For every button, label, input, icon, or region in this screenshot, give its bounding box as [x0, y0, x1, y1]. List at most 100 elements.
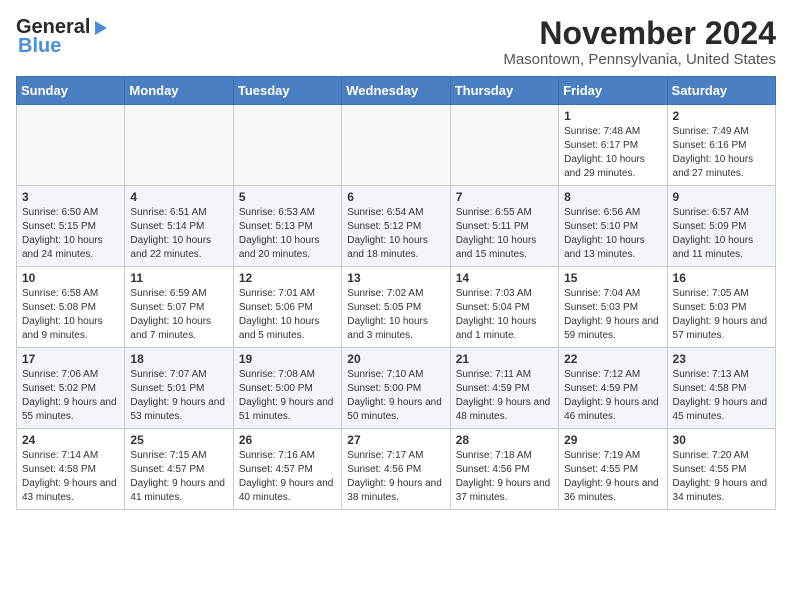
logo: General Blue [16, 16, 111, 58]
calendar-cell: 2Sunrise: 7:49 AMSunset: 6:16 PMDaylight… [667, 105, 775, 186]
day-number: 4 [130, 190, 227, 204]
calendar-week-row: 17Sunrise: 7:06 AMSunset: 5:02 PMDayligh… [17, 348, 776, 429]
logo-blue-text: Blue [18, 35, 61, 58]
day-number: 30 [673, 433, 770, 447]
calendar-cell: 13 Sunrise: 7:02 AMSunset: 5:05 PMDayligh… [342, 267, 450, 348]
day-info: Sunrise: 6:58 AMSunset: 5:08 PMDaylight:… [22, 287, 119, 343]
calendar-cell: 28Sunrise: 7:18 AMSunset: 4:56 PMDayligh… [450, 429, 558, 510]
day-info: Sunrise: 6:50 AMSunset: 5:15 PMDaylight:… [22, 206, 119, 262]
calendar-header-saturday: Saturday [667, 77, 775, 105]
day-number: 18 [130, 352, 227, 366]
day-number: 8 [564, 190, 661, 204]
calendar-cell: 16 Sunrise: 7:05 AMSunset: 5:03 PMDayligh… [667, 267, 775, 348]
calendar-cell [233, 105, 341, 186]
day-number: 17 [22, 352, 119, 366]
calendar-cell: 4 Sunrise: 6:51 AMSunset: 5:14 PMDaylight… [125, 186, 233, 267]
calendar-cell: 18Sunrise: 7:07 AMSunset: 5:01 PMDayligh… [125, 348, 233, 429]
day-info: Sunrise: 7:15 AMSunset: 4:57 PMDaylight:… [130, 449, 227, 505]
calendar-cell: 22 Sunrise: 7:12 AMSunset: 4:59 PMDayligh… [559, 348, 667, 429]
page-subtitle: Masontown, Pennsylvania, United States [503, 51, 776, 68]
day-number: 10 [22, 271, 119, 285]
calendar-week-row: 3Sunrise: 6:50 AMSunset: 5:15 PMDaylight… [17, 186, 776, 267]
day-info: Sunrise: 7:11 AMSunset: 4:59 PMDaylight:… [456, 368, 553, 424]
calendar-cell: 9 Sunrise: 6:57 AMSunset: 5:09 PMDaylight… [667, 186, 775, 267]
title-block: November 2024 Masontown, Pennsylvania, U… [503, 16, 776, 68]
calendar-header-sunday: Sunday [17, 77, 125, 105]
calendar-cell: 23Sunrise: 7:13 AMSunset: 4:58 PMDayligh… [667, 348, 775, 429]
day-info: Sunrise: 7:05 AMSunset: 5:03 PMDaylight:… [673, 287, 770, 343]
day-info: Sunrise: 6:54 AMSunset: 5:12 PMDaylight:… [347, 206, 444, 262]
calendar-cell: 5 Sunrise: 6:53 AMSunset: 5:13 PMDaylight… [233, 186, 341, 267]
day-number: 19 [239, 352, 336, 366]
day-number: 11 [130, 271, 227, 285]
calendar-cell: 15 Sunrise: 7:04 AMSunset: 5:03 PMDayligh… [559, 267, 667, 348]
day-number: 1 [564, 109, 661, 123]
day-info: Sunrise: 7:48 AMSunset: 6:17 PMDaylight:… [564, 125, 661, 181]
page-title: November 2024 [503, 16, 776, 51]
day-number: 25 [130, 433, 227, 447]
day-info: Sunrise: 7:12 AMSunset: 4:59 PMDaylight:… [564, 368, 661, 424]
day-number: 22 [564, 352, 661, 366]
day-info: Sunrise: 7:17 AMSunset: 4:56 PMDaylight:… [347, 449, 444, 505]
day-info: Sunrise: 6:55 AMSunset: 5:11 PMDaylight:… [456, 206, 553, 262]
calendar-header-monday: Monday [125, 77, 233, 105]
calendar-cell [342, 105, 450, 186]
day-info: Sunrise: 6:59 AMSunset: 5:07 PMDaylight:… [130, 287, 227, 343]
day-info: Sunrise: 6:56 AMSunset: 5:10 PMDaylight:… [564, 206, 661, 262]
calendar-cell: 3Sunrise: 6:50 AMSunset: 5:15 PMDaylight… [17, 186, 125, 267]
day-number: 26 [239, 433, 336, 447]
calendar-header-friday: Friday [559, 77, 667, 105]
calendar-header-wednesday: Wednesday [342, 77, 450, 105]
calendar-cell: 24 Sunrise: 7:14 AMSunset: 4:58 PMDayligh… [17, 429, 125, 510]
day-number: 29 [564, 433, 661, 447]
day-number: 16 [673, 271, 770, 285]
day-info: Sunrise: 7:08 AMSunset: 5:00 PMDaylight:… [239, 368, 336, 424]
calendar-cell: 11 Sunrise: 6:59 AMSunset: 5:07 PMDayligh… [125, 267, 233, 348]
day-info: Sunrise: 7:19 AMSunset: 4:55 PMDaylight:… [564, 449, 661, 505]
page-header: General Blue November 2024 Masontown, Pe… [16, 16, 776, 68]
calendar-cell: 14Sunrise: 7:03 AMSunset: 5:04 PMDayligh… [450, 267, 558, 348]
day-info: Sunrise: 6:53 AMSunset: 5:13 PMDaylight:… [239, 206, 336, 262]
day-number: 15 [564, 271, 661, 285]
calendar-week-row: 10 Sunrise: 6:58 AMSunset: 5:08 PMDayligh… [17, 267, 776, 348]
calendar-cell: 10 Sunrise: 6:58 AMSunset: 5:08 PMDayligh… [17, 267, 125, 348]
calendar-header-tuesday: Tuesday [233, 77, 341, 105]
day-number: 28 [456, 433, 553, 447]
calendar-cell: 6Sunrise: 6:54 AMSunset: 5:12 PMDaylight… [342, 186, 450, 267]
day-number: 14 [456, 271, 553, 285]
calendar-cell: 7 Sunrise: 6:55 AMSunset: 5:11 PMDaylight… [450, 186, 558, 267]
calendar-week-row: 1 Sunrise: 7:48 AMSunset: 6:17 PMDaylight… [17, 105, 776, 186]
day-number: 9 [673, 190, 770, 204]
calendar-cell: 12Sunrise: 7:01 AMSunset: 5:06 PMDayligh… [233, 267, 341, 348]
day-number: 5 [239, 190, 336, 204]
calendar-week-row: 24 Sunrise: 7:14 AMSunset: 4:58 PMDayligh… [17, 429, 776, 510]
calendar-cell: 20Sunrise: 7:10 AMSunset: 5:00 PMDayligh… [342, 348, 450, 429]
day-info: Sunrise: 7:01 AMSunset: 5:06 PMDaylight:… [239, 287, 336, 343]
calendar-cell: 19 Sunrise: 7:08 AMSunset: 5:00 PMDayligh… [233, 348, 341, 429]
calendar-cell: 29 Sunrise: 7:19 AMSunset: 4:55 PMDayligh… [559, 429, 667, 510]
calendar-cell: 8 Sunrise: 6:56 AMSunset: 5:10 PMDaylight… [559, 186, 667, 267]
day-number: 24 [22, 433, 119, 447]
calendar-cell [125, 105, 233, 186]
day-number: 2 [673, 109, 770, 123]
day-info: Sunrise: 7:16 AMSunset: 4:57 PMDaylight:… [239, 449, 336, 505]
day-info: Sunrise: 6:51 AMSunset: 5:14 PMDaylight:… [130, 206, 227, 262]
day-number: 13 [347, 271, 444, 285]
day-info: Sunrise: 6:57 AMSunset: 5:09 PMDaylight:… [673, 206, 770, 262]
logo-arrow-icon [91, 18, 111, 38]
calendar-cell: 17Sunrise: 7:06 AMSunset: 5:02 PMDayligh… [17, 348, 125, 429]
day-number: 23 [673, 352, 770, 366]
calendar-cell: 27Sunrise: 7:17 AMSunset: 4:56 PMDayligh… [342, 429, 450, 510]
day-info: Sunrise: 7:14 AMSunset: 4:58 PMDaylight:… [22, 449, 119, 505]
calendar-cell: 26 Sunrise: 7:16 AMSunset: 4:57 PMDayligh… [233, 429, 341, 510]
day-number: 21 [456, 352, 553, 366]
calendar-cell [450, 105, 558, 186]
calendar-cell: 25 Sunrise: 7:15 AMSunset: 4:57 PMDayligh… [125, 429, 233, 510]
day-info: Sunrise: 7:04 AMSunset: 5:03 PMDaylight:… [564, 287, 661, 343]
calendar-header-thursday: Thursday [450, 77, 558, 105]
day-number: 7 [456, 190, 553, 204]
day-number: 20 [347, 352, 444, 366]
day-info: Sunrise: 7:02 AMSunset: 5:05 PMDaylight:… [347, 287, 444, 343]
calendar-table: SundayMondayTuesdayWednesdayThursdayFrid… [16, 76, 776, 510]
calendar-cell: 30Sunrise: 7:20 AMSunset: 4:55 PMDayligh… [667, 429, 775, 510]
